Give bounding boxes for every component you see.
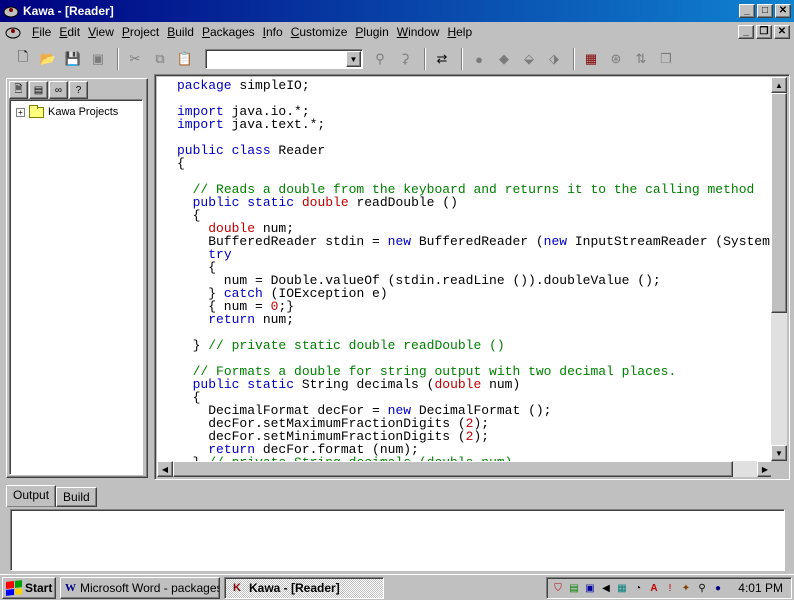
- task-kawa-reader[interactable]: K Kawa - [Reader]: [224, 576, 384, 599]
- chat-icon[interactable]: ●: [711, 581, 725, 595]
- paste-icon[interactable]: 📋: [174, 48, 196, 70]
- output-tabs: Output Build: [6, 485, 97, 507]
- alert-icon[interactable]: !: [663, 581, 677, 595]
- monitor-icon[interactable]: ▦: [615, 581, 629, 595]
- menu-plugin[interactable]: Plugin: [351, 25, 392, 39]
- scroll-up-icon[interactable]: ▲: [771, 77, 787, 93]
- build-icon[interactable]: ⬙: [518, 48, 540, 70]
- volume-icon[interactable]: ◀: [599, 581, 613, 595]
- code-line: import java.text.*;: [177, 117, 326, 132]
- menu-window[interactable]: Window: [393, 25, 444, 39]
- word-icon: W: [65, 581, 76, 594]
- vertical-scroll-thumb[interactable]: [771, 93, 787, 313]
- tree-item-label: Kawa Projects: [48, 106, 119, 118]
- shield-icon[interactable]: ⛉: [551, 581, 565, 595]
- code-line: public static double readDouble (): [192, 195, 458, 210]
- stop-icon[interactable]: ●: [468, 48, 490, 70]
- system-tray: ⛉ ▤ ▣ ◀ ▦ ◔ A ! ✦ ⚲ ● 4:01 PM: [546, 577, 792, 599]
- code-line: try: [208, 247, 232, 262]
- code-editor: package simpleIO; import java.io.*; impor…: [154, 74, 790, 480]
- menu-bar: File Edit View Project Build Packages Info Cust…: [0, 22, 794, 42]
- tab-search-icon[interactable]: ∞: [49, 81, 68, 99]
- code-line: {: [177, 156, 185, 171]
- doc-restore-button[interactable]: ❐: [756, 25, 772, 39]
- document-icon[interactable]: [4, 24, 22, 40]
- maximize-button[interactable]: □: [757, 4, 773, 18]
- code-line: BufferedReader stdin = new BufferedReade…: [177, 234, 773, 249]
- close-button[interactable]: ✕: [775, 4, 791, 18]
- expand-icon[interactable]: +: [16, 107, 25, 117]
- window-title: Kawa - [Reader]: [23, 4, 114, 18]
- tab-classes-icon[interactable]: ▤: [29, 81, 48, 99]
- rebuild-icon[interactable]: ⬗: [543, 48, 565, 70]
- find-combo[interactable]: ▼: [205, 49, 363, 69]
- clock[interactable]: 4:01 PM: [738, 581, 791, 595]
- vertical-scrollbar[interactable]: ▲ ▼: [771, 77, 787, 461]
- network-icon[interactable]: ▣: [583, 581, 597, 595]
- doc-close-button[interactable]: ✕: [774, 25, 790, 39]
- open-folder-icon[interactable]: 📂: [37, 48, 59, 70]
- tab-output[interactable]: Output: [6, 485, 57, 507]
- run-icon[interactable]: ✦: [679, 581, 693, 595]
- kawa-task-icon: K: [233, 581, 241, 594]
- menu-packages[interactable]: Packages: [198, 25, 259, 39]
- combo-dropdown-icon[interactable]: ▼: [346, 51, 361, 67]
- menu-project[interactable]: Project: [118, 25, 163, 39]
- scroll-down-icon[interactable]: ▼: [771, 445, 787, 461]
- menu-customize[interactable]: Customize: [287, 25, 352, 39]
- folder-icon: [29, 104, 44, 118]
- ati-icon[interactable]: A: [647, 581, 661, 595]
- project-tree: + Kawa Projects: [9, 99, 143, 475]
- menu-view[interactable]: View: [84, 25, 118, 39]
- taskbar: Start W Microsoft Word - packages K Kawa…: [0, 574, 794, 600]
- horizontal-scrollbar[interactable]: ◀ ▶: [157, 461, 773, 477]
- menu-edit[interactable]: Edit: [55, 25, 84, 39]
- find-icon[interactable]: ⚲: [369, 48, 391, 70]
- copy-icon[interactable]: ⧉: [149, 48, 171, 70]
- kawa-app-icon[interactable]: [3, 3, 19, 19]
- printer-icon[interactable]: ▤: [567, 581, 581, 595]
- output-pane[interactable]: [10, 509, 785, 571]
- menu-help[interactable]: Help: [443, 25, 476, 39]
- new-file-icon[interactable]: 🗋: [12, 48, 34, 70]
- menu-file[interactable]: File: [28, 25, 55, 39]
- task-microsoft-word[interactable]: W Microsoft Word - packages: [60, 576, 220, 599]
- save-all-icon[interactable]: ▣: [87, 48, 109, 70]
- schedule-icon[interactable]: ◔: [631, 581, 645, 595]
- project-pane: 🗎 ▤ ∞ ? + Kawa Projects: [6, 78, 148, 478]
- code-line: public static String decimals (double nu…: [192, 377, 521, 392]
- horizontal-scroll-thumb[interactable]: [173, 461, 733, 477]
- save-icon[interactable]: 💾: [62, 48, 84, 70]
- title-bar[interactable]: Kawa - [Reader] _ □ ✕: [0, 0, 794, 22]
- code-line: } // private static double readDouble (): [177, 338, 505, 353]
- windows-logo-icon: [6, 579, 22, 596]
- start-button[interactable]: Start: [2, 576, 56, 599]
- tab-files-icon[interactable]: 🗎: [9, 81, 28, 99]
- code-line: package simpleIO;: [177, 78, 310, 93]
- run-icon[interactable]: ▦: [580, 48, 602, 70]
- compile-icon[interactable]: ◆: [493, 48, 515, 70]
- menu-build[interactable]: Build: [163, 25, 198, 39]
- cut-icon[interactable]: ✂: [124, 48, 146, 70]
- tab-build[interactable]: Build: [56, 487, 97, 507]
- code-text-area[interactable]: package simpleIO; import java.io.*; impor…: [157, 77, 773, 461]
- debug-icon[interactable]: ⊛: [605, 48, 627, 70]
- code-line: return num;: [208, 312, 295, 327]
- scroll-corner: [771, 461, 787, 477]
- minimize-button[interactable]: _: [739, 4, 755, 18]
- class-browser-icon[interactable]: ⇄: [431, 48, 453, 70]
- doc-minimize-button[interactable]: _: [738, 25, 754, 39]
- window-icon[interactable]: ❐: [655, 48, 677, 70]
- code-line: public class Reader: [177, 143, 326, 158]
- search-icon[interactable]: ⚲: [695, 581, 709, 595]
- step-icon[interactable]: ⇅: [630, 48, 652, 70]
- toolbar: 🗋 📂 💾 ▣ ✂ ⧉ 📋 ▼ ⚲ ⚳ ⇄ ● ◆ ⬙ ⬗ ▦ ⊛ ⇅ ❐: [0, 44, 794, 74]
- replace-icon[interactable]: ⚳: [394, 48, 416, 70]
- tab-help-icon[interactable]: ?: [69, 81, 88, 99]
- scroll-left-icon[interactable]: ◀: [157, 461, 173, 477]
- menu-info[interactable]: Info: [259, 25, 287, 39]
- tree-item-kawa-projects[interactable]: + Kawa Projects: [16, 104, 136, 120]
